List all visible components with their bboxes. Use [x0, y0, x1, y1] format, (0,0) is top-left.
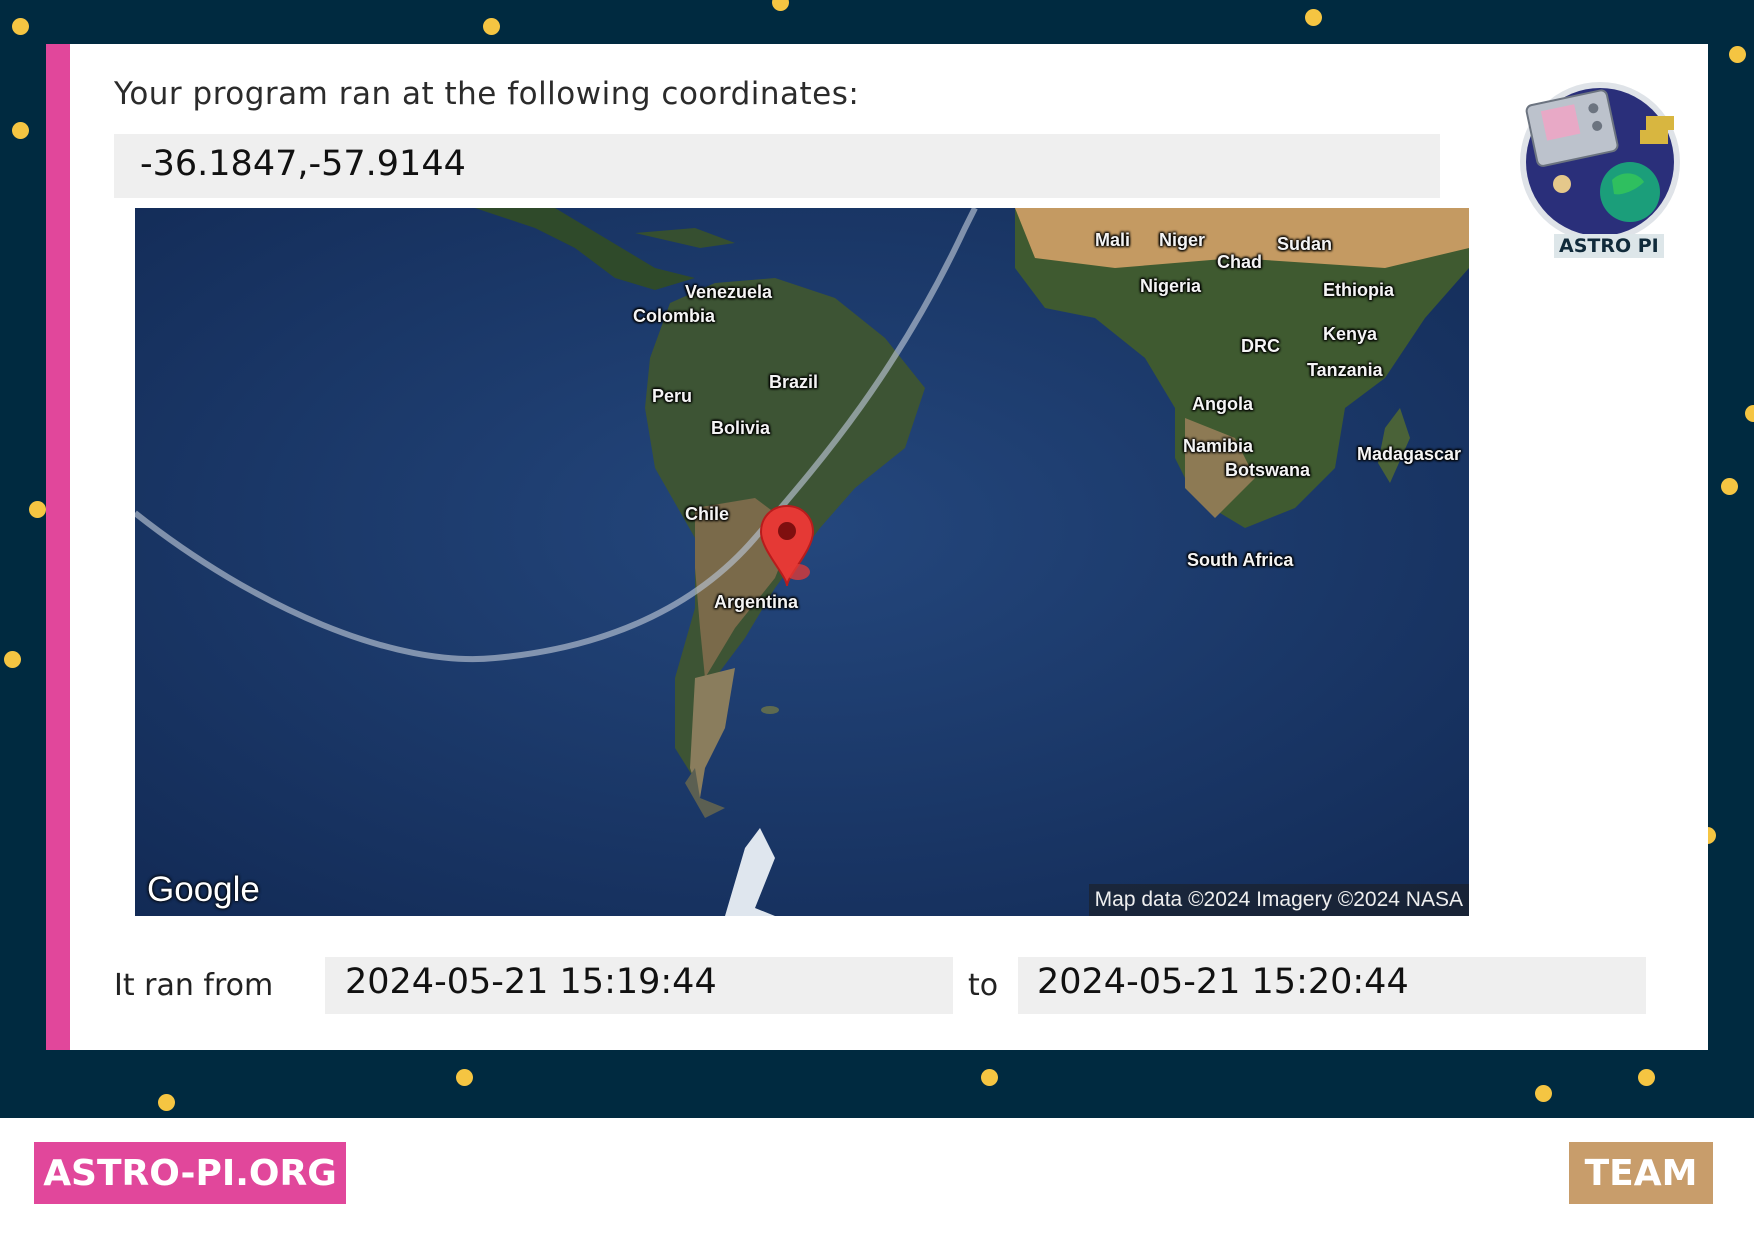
- ran-from-label: It ran from: [114, 968, 274, 1003]
- star-dot: [1535, 1085, 1552, 1102]
- start-time-value: 2024-05-21 15:19:44: [345, 962, 717, 1002]
- map-label-madagascar: Madagascar: [1357, 444, 1462, 464]
- star-dot: [981, 1069, 998, 1086]
- map-label-argentina: Argentina: [714, 592, 799, 612]
- map-label-angola: Angola: [1192, 394, 1253, 414]
- location-marker-shadow: [786, 564, 810, 580]
- star-dot: [456, 1069, 473, 1086]
- card-accent-stripe: [46, 44, 70, 1050]
- map-label-bolivia: Bolivia: [711, 418, 771, 438]
- map-label-botswana: Botswana: [1225, 460, 1311, 480]
- star-dot: [1721, 478, 1738, 495]
- map-label-ethiopia: Ethiopia: [1323, 280, 1394, 300]
- star-dot: [483, 18, 500, 35]
- star-dot: [12, 122, 29, 139]
- map-label-mali: Mali: [1095, 230, 1131, 250]
- map-attribution[interactable]: Map data ©2024 Imagery ©2024 NASA: [1088, 884, 1469, 916]
- star-dot: [1729, 46, 1746, 63]
- footer-site-link[interactable]: ASTRO-PI.ORG: [34, 1142, 346, 1204]
- map-label-chile: Chile: [685, 504, 730, 524]
- star-dot: [29, 501, 46, 518]
- star-dot: [1305, 9, 1322, 26]
- map-view[interactable]: Mali Niger Sudan Chad Venezuela Nigeria …: [135, 208, 1469, 916]
- map-label-brazil: Brazil: [769, 372, 819, 392]
- map-label-sudan: Sudan: [1277, 234, 1333, 254]
- map-label-peru: Peru: [652, 386, 693, 406]
- footer-team-badge: TEAM: [1569, 1142, 1713, 1204]
- map-label-namibia: Namibia: [1183, 436, 1254, 456]
- coordinates-prompt: Your program ran at the following coordi…: [114, 76, 860, 112]
- map-label-chad: Chad: [1217, 252, 1262, 272]
- star-dot: [772, 0, 789, 11]
- map-label-drc: DRC: [1241, 336, 1280, 356]
- star-dot: [1638, 1069, 1655, 1086]
- map-label-nigeria: Nigeria: [1140, 276, 1202, 296]
- map-label-niger: Niger: [1159, 230, 1206, 250]
- map-label-colombia: Colombia: [633, 306, 716, 326]
- google-logo: Google: [147, 870, 260, 909]
- to-label: to: [968, 968, 999, 1003]
- map-label-tanzania: Tanzania: [1307, 360, 1383, 380]
- end-time-value: 2024-05-21 15:20:44: [1037, 962, 1409, 1002]
- astro-pi-badge-label: ASTRO PI: [1554, 234, 1664, 258]
- map-label-south-africa: South Africa: [1187, 550, 1294, 570]
- star-dot: [158, 1094, 175, 1111]
- star-dot: [4, 651, 21, 668]
- star-dot: [1745, 405, 1754, 422]
- coordinates-value: -36.1847,-57.9144: [140, 144, 466, 184]
- star-dot: [12, 18, 29, 35]
- map-label-venezuela: Venezuela: [685, 282, 773, 302]
- map-label-kenya: Kenya: [1323, 324, 1378, 344]
